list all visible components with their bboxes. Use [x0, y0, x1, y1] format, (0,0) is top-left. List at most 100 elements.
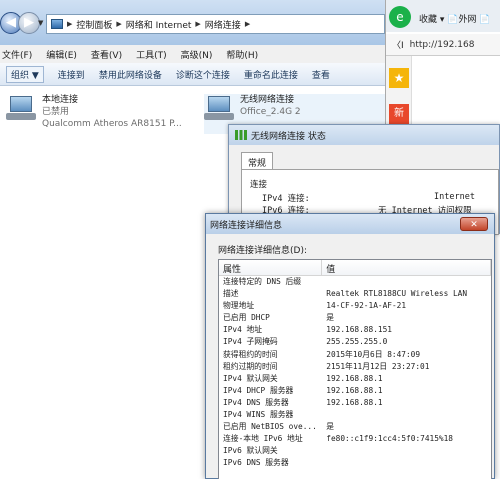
dialog-title: 无线网络连接 状态 [251, 131, 326, 142]
value-cell: 2151年11月12日 23:27:01 [326, 361, 430, 371]
section-heading: 连接 [250, 180, 268, 190]
table-row[interactable]: IPv4 默认网关 192.168.88.1 [219, 373, 491, 385]
command-bar: 组织 ▼ 连接到 禁用此网络设备 诊断这个连接 重命名此连接 查看 [0, 63, 385, 86]
menu-bar: 文件(F) 编辑(E) 查看(V) 工具(T) 高级(N) 帮助(H) [0, 45, 385, 63]
connection-name: 无线网络连接 [240, 95, 295, 105]
ipv4-connectivity-value: Internet [434, 192, 475, 202]
chevron-right-icon: ▶ [116, 20, 122, 28]
property-cell: 已启用 NetBIOS ove... [223, 422, 317, 432]
wireless-network-icon [204, 94, 234, 122]
table-row[interactable]: IPv6 DNS 服务器 [219, 457, 491, 469]
news-icon[interactable]: 新 [389, 104, 409, 124]
value-cell: 192.168.88.1 [326, 397, 383, 407]
address-input[interactable]: http://192.168 [410, 40, 475, 50]
explorer-titlebar: ◀ ▶ ▼ ▶ 控制面板 ▶ 网络和 Internet ▶ 网络连接 ▶ [0, 0, 385, 45]
control-panel-icon [51, 19, 63, 29]
rename-button[interactable]: 重命名此连接 [244, 68, 298, 81]
value-cell: 192.168.88.1 [326, 373, 383, 383]
history-dropdown-icon[interactable]: ▼ [38, 19, 43, 27]
wired-network-icon [6, 94, 36, 122]
value-cell: 2015年10月6日 8:47:09 [326, 349, 421, 359]
menu-tools[interactable]: 工具(T) [136, 48, 167, 61]
table-row[interactable]: IPv4 DHCP 服务器 192.168.88.1 [219, 385, 491, 397]
property-cell: 获得租约的时间 [223, 349, 278, 359]
column-header-property[interactable]: 属性 [219, 260, 323, 275]
address-bar: 〈I http://192.168 [386, 34, 500, 56]
table-row[interactable]: 连接-本地 IPv6 地址 fe80::c1f9:1cc4:5f0:7415%18 [219, 433, 491, 445]
value-cell: 192.168.88.1 [326, 385, 383, 395]
menu-view[interactable]: 查看(V) [91, 48, 122, 61]
network-details-dialog: 网络连接详细信息 ✕ 网络连接详细信息(D): 属性 值 连接特定的 DNS 后… [205, 213, 495, 479]
table-row[interactable]: IPv4 子网掩码 255.255.255.0 [219, 336, 491, 348]
value-cell: Realtek RTL8188CU Wireless LAN [326, 289, 468, 299]
value-cell: 255.255.255.0 [326, 337, 388, 347]
property-cell: IPv6 默认网关 [223, 446, 278, 456]
value-cell [322, 409, 491, 421]
table-row[interactable]: 租约过期的时间 2151年11月12日 23:27:01 [219, 361, 491, 373]
property-cell: 已启用 DHCP [223, 313, 270, 323]
table-row[interactable]: 获得租约的时间 2015年10月6日 8:47:09 [219, 349, 491, 361]
details-label: 网络连接详细信息(D): [218, 246, 307, 256]
breadcrumb-item[interactable]: 网络和 Internet [126, 18, 192, 31]
favorites-bar[interactable]: 收藏 ▾ 📄外网 📄 [419, 12, 491, 25]
browser-back-button[interactable]: 〈I [392, 38, 404, 51]
dialog-title: 网络连接详细信息 [210, 220, 283, 231]
close-button[interactable]: ✕ [460, 217, 488, 231]
local-connection-item[interactable]: 本地连接 已禁用 Qualcomm Atheros AR8151 P... [6, 94, 182, 130]
table-row[interactable]: 描述 Realtek RTL8188CU Wireless LAN [219, 288, 491, 300]
property-cell: IPv4 地址 [223, 325, 263, 335]
table-row[interactable]: 连接特定的 DNS 后缀 [219, 276, 491, 288]
value-cell: 14-CF-92-1A-AF-21 [326, 301, 407, 311]
property-cell: IPv4 DHCP 服务器 [223, 385, 294, 395]
table-row[interactable]: IPv4 地址 192.168.88.151 [219, 324, 491, 336]
property-cell: 物理地址 [223, 301, 255, 311]
property-cell: 连接-本地 IPv6 地址 [223, 434, 303, 444]
table-row[interactable]: 已启用 DHCP 是 [219, 312, 491, 324]
property-cell: IPv6 DNS 服务器 [223, 458, 289, 468]
property-cell: 租约过期的时间 [223, 361, 278, 371]
property-cell: IPv4 DNS 服务器 [223, 397, 289, 407]
diagnose-button[interactable]: 诊断这个连接 [176, 68, 230, 81]
menu-edit[interactable]: 编辑(E) [46, 48, 77, 61]
menu-file[interactable]: 文件(F) [2, 48, 32, 61]
table-row[interactable]: IPv6 默认网关 [219, 445, 491, 457]
table-row[interactable]: IPv4 WINS 服务器 [219, 409, 491, 421]
breadcrumb-item[interactable]: 网络连接 [205, 18, 241, 31]
forward-button[interactable]: ▶ [18, 12, 40, 34]
chevron-right-icon: ▶ [244, 20, 251, 28]
value-cell [322, 457, 491, 469]
menu-help[interactable]: 帮助(H) [226, 48, 258, 61]
connection-status: 已禁用 [42, 107, 70, 117]
chevron-right-icon: ▶ [195, 20, 201, 28]
table-row[interactable]: 物理地址 14-CF-92-1A-AF-21 [219, 300, 491, 312]
organize-button[interactable]: 组织 ▼ [6, 65, 44, 83]
property-cell: IPv4 默认网关 [223, 373, 278, 383]
column-header-value[interactable]: 值 [322, 260, 491, 275]
property-cell: IPv4 WINS 服务器 [223, 410, 294, 420]
disable-device-button[interactable]: 禁用此网络设备 [99, 68, 162, 81]
value-cell [322, 276, 491, 288]
browser-tabbar: e 收藏 ▾ 📄外网 📄 [386, 0, 500, 32]
value-cell [322, 445, 491, 457]
value-cell: 是 [326, 422, 335, 432]
details-table[interactable]: 属性 值 连接特定的 DNS 后缀 描述 Realtek RTL8188CU Wir… [218, 259, 492, 479]
connect-to-button[interactable]: 连接到 [58, 68, 85, 81]
value-cell: 192.168.88.151 [326, 325, 392, 335]
connection-device: Qualcomm Atheros AR8151 P... [42, 119, 182, 129]
menu-advanced[interactable]: 高级(N) [181, 48, 213, 61]
table-row[interactable]: 已启用 NetBIOS ove... 是 [219, 421, 491, 433]
value-cell: 是 [326, 313, 335, 323]
connection-status: Office_2.4G 2 [240, 107, 301, 117]
value-cell: fe80::c1f9:1cc4:5f0:7415%18 [326, 434, 453, 444]
property-cell: IPv4 子网掩码 [223, 337, 278, 347]
breadcrumb[interactable]: ▶ 控制面板 ▶ 网络和 Internet ▶ 网络连接 ▶ [46, 14, 385, 34]
view-status-button[interactable]: 查看 [312, 68, 330, 81]
breadcrumb-item[interactable]: 控制面板 [76, 18, 112, 31]
property-cell: 描述 [223, 289, 239, 299]
chevron-right-icon: ▶ [67, 20, 73, 28]
dialog-titlebar: 网络连接详细信息 ✕ [206, 214, 494, 234]
table-row[interactable]: IPv4 DNS 服务器 192.168.88.1 [219, 397, 491, 409]
star-icon[interactable]: ★ [389, 68, 409, 88]
browser-logo-icon[interactable]: e [389, 6, 411, 28]
ipv4-connectivity-label: IPv4 连接: [262, 194, 310, 204]
